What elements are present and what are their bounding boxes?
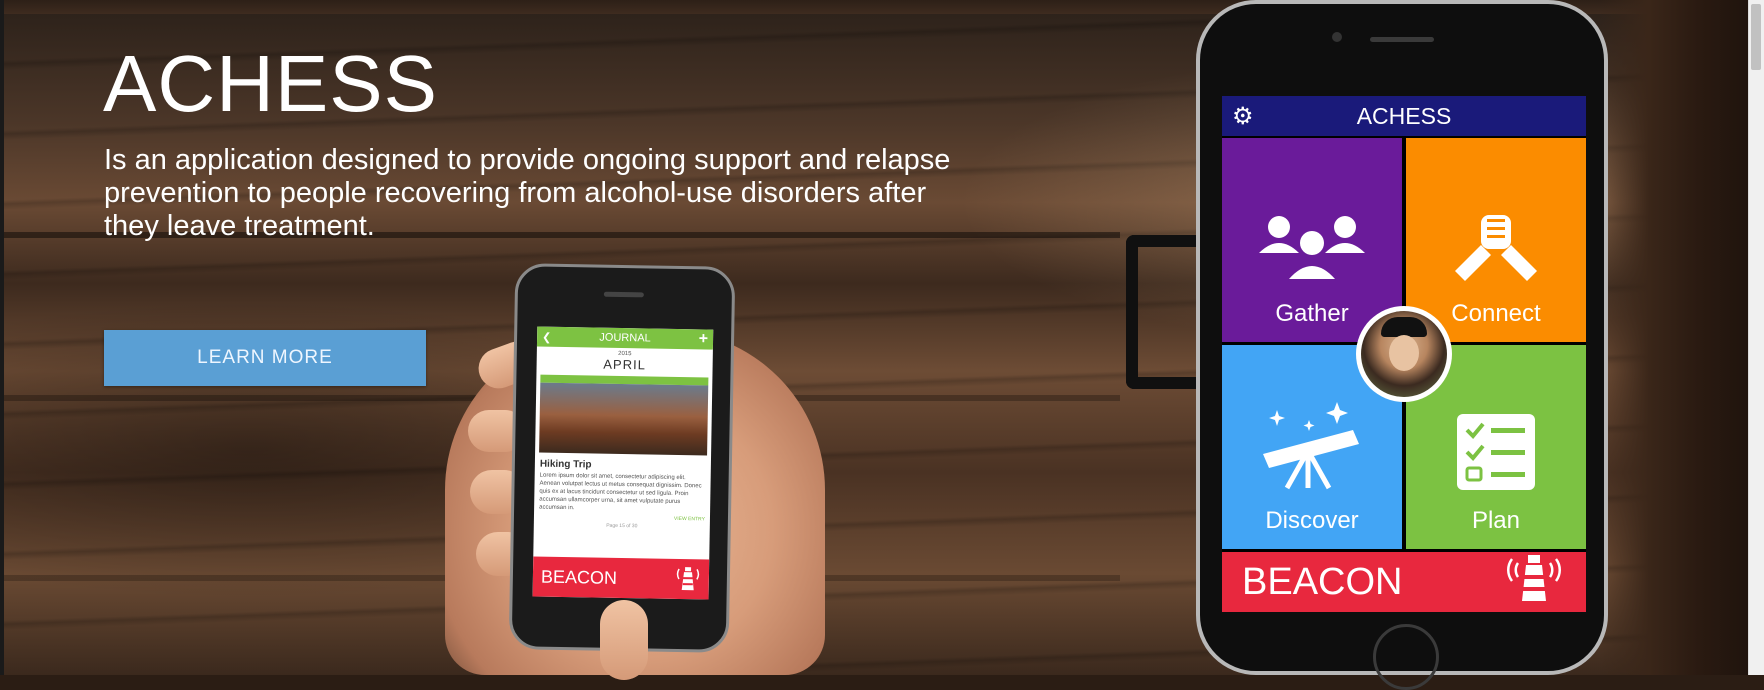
achess-app-screen: ⚙ ACHESS Gather Connect Discover Plan BE… [1222,80,1586,612]
scrollbar[interactable] [1748,0,1764,675]
scrollbar-thumb[interactable] [1751,4,1761,70]
checklist-icon [1457,414,1535,497]
page-title: ACHESS [103,39,438,128]
beacon-button[interactable]: BEACON [532,556,710,600]
beacon-label: BEACON [1242,560,1403,603]
lighthouse-icon [675,562,702,595]
gear-icon[interactable]: ⚙ [1232,102,1254,131]
app-header: ⚙ ACHESS [1222,96,1586,136]
app-title: ACHESS [1356,102,1452,129]
handshake-icon [1451,211,1541,290]
avatar[interactable] [1356,306,1452,402]
phone-speaker [603,291,644,298]
tile-gather[interactable]: Gather [1222,138,1402,342]
phone-camera [1332,32,1342,42]
tile-gather-label: Gather [1275,300,1349,327]
hero-description: Is an application designed to provide on… [104,144,951,242]
hair-photo [1600,0,1764,675]
tile-plan-label: Plan [1471,507,1521,534]
journal-month: APRIL [603,356,647,373]
status-bar [1222,80,1586,96]
group-icon [1257,213,1367,290]
add-icon[interactable]: + [699,330,709,348]
hiking-photo [539,382,709,456]
left-edge [0,0,4,675]
phone-speaker [1370,37,1434,42]
journal-title: JOURNAL [599,331,651,345]
journal-screen: ❮ JOURNAL + 2015 APRIL Hiking Trip Lorem… [532,326,714,600]
beacon-button[interactable]: BEACON [1222,552,1586,612]
home-button [1373,624,1439,690]
tile-discover-label: Discover [1265,507,1359,534]
telescope-icon [1257,400,1367,497]
tile-connect[interactable]: Connect [1406,138,1586,342]
small-phone: ❮ JOURNAL + 2015 APRIL Hiking Trip Lorem… [508,263,736,653]
back-icon[interactable]: ❮ [542,330,551,343]
avatar-face [1389,335,1419,371]
learn-more-button[interactable]: LEARN MORE [104,330,426,386]
thumb [600,600,648,680]
entry-text: Lorem ipsum dolor sit amet, consectetur … [539,472,702,512]
avatar-photo [1361,311,1447,397]
beacon-label: BEACON [540,566,618,588]
tile-connect-label: Connect [1451,300,1541,327]
lighthouse-icon [1502,551,1566,612]
avatar-hat [1381,317,1427,337]
large-phone: ⚙ ACHESS Gather Connect Discover Plan BE… [1196,0,1608,690]
